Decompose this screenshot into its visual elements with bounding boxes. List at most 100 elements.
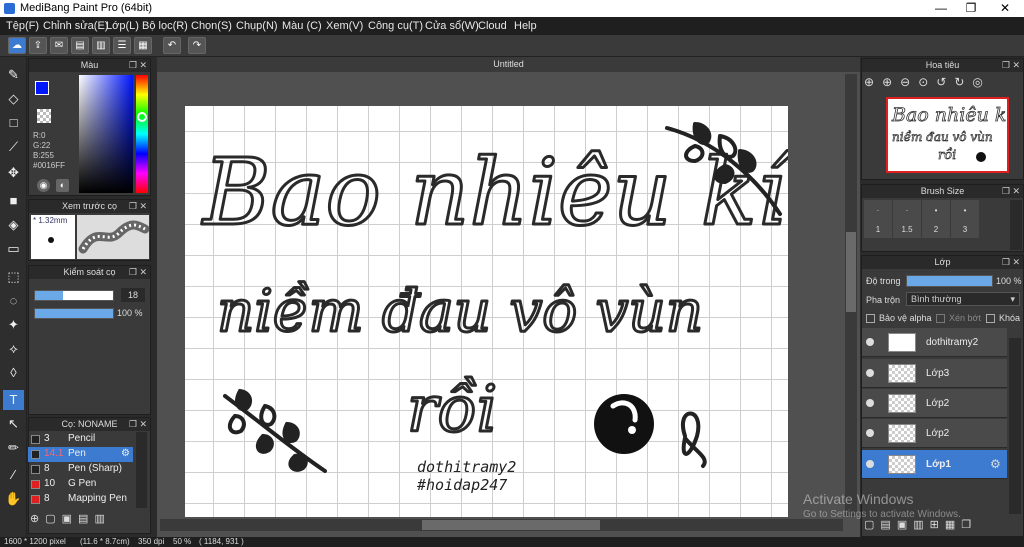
select-eraser-tool-icon[interactable]: ◊: [3, 363, 24, 383]
brush-size-cell-1[interactable]: · 1: [864, 200, 892, 238]
cloud-icon[interactable]: ☁: [8, 37, 26, 54]
panel-controls-icon[interactable]: ❐ ✕: [129, 59, 147, 72]
panel-controls-icon[interactable]: ❐ ✕: [1002, 256, 1020, 269]
page-icon[interactable]: ▥: [92, 37, 110, 54]
navigator-thumbnail[interactable]: Bao nhiêu kí niềm đau vô vùn rồi: [886, 97, 1009, 173]
brush-item-g-pen[interactable]: 10 G Pen: [28, 477, 133, 492]
eye-icon[interactable]: [866, 429, 874, 437]
brush-item-pencil[interactable]: 3 Pencil: [28, 432, 133, 447]
layer-row[interactable]: Lớp2: [862, 419, 1007, 448]
merge-layer-icon[interactable]: ⊞: [930, 519, 945, 531]
panel-controls-icon[interactable]: ❐ ✕: [129, 266, 147, 279]
brush-tool-icon[interactable]: ✎: [3, 65, 24, 85]
canvas-vertical-scrollbar[interactable]: [845, 74, 857, 516]
maximize-button[interactable]: ❐: [956, 0, 986, 17]
color-mode-icon[interactable]: ◐: [56, 179, 69, 192]
brush-item-pen[interactable]: 14.1 Pen ⚙: [28, 447, 133, 462]
layer-menu-icon[interactable]: ❐: [961, 519, 977, 531]
add-layer-icon[interactable]: ▢: [864, 519, 880, 531]
divide-tool-icon[interactable]: ✏: [3, 438, 24, 458]
add-halftone-layer-icon[interactable]: ▤: [880, 519, 896, 531]
rotate-left-icon[interactable]: ↺: [936, 75, 954, 89]
layer-folder-icon[interactable]: ▦: [945, 519, 961, 531]
brush-list-scrollbar[interactable]: [136, 432, 147, 508]
undo-icon[interactable]: ↶: [163, 37, 181, 54]
horizontal-scroll-thumb[interactable]: [422, 520, 600, 530]
transparent-swatch[interactable]: [37, 109, 51, 123]
reset-icon[interactable]: ◎: [972, 75, 990, 89]
list-icon[interactable]: ☰: [113, 37, 131, 54]
magic-wand-tool-icon[interactable]: ✦: [3, 315, 24, 335]
fill-rect-tool-icon[interactable]: ■: [3, 191, 24, 211]
comment-icon[interactable]: ✉: [50, 37, 68, 54]
layer-row[interactable]: Lớp2: [862, 389, 1007, 418]
bucket-tool-icon[interactable]: ◈: [3, 215, 24, 235]
grid-icon[interactable]: ▦: [134, 37, 152, 54]
brush-size-scrollbar[interactable]: [1010, 200, 1022, 250]
duplicate-layer-icon[interactable]: ▥: [913, 519, 929, 531]
layer-row[interactable]: Lớp3: [862, 359, 1007, 388]
zoom-in-icon[interactable]: ⊕: [882, 75, 900, 89]
brush-menu-icon[interactable]: ▣: [62, 513, 78, 525]
brush-size-value[interactable]: 18: [121, 288, 145, 302]
share-icon[interactable]: ⇪: [29, 37, 47, 54]
document-icon[interactable]: ▤: [71, 37, 89, 54]
gear-icon[interactable]: ⚙: [121, 448, 130, 459]
brush-size-slider[interactable]: [34, 290, 114, 301]
rectangle-tool-icon[interactable]: □: [3, 113, 24, 133]
operation-tool-icon[interactable]: ↖: [3, 414, 24, 434]
close-button[interactable]: ✕: [990, 0, 1020, 17]
eye-icon[interactable]: [866, 399, 874, 407]
menu-color[interactable]: Màu (C): [282, 20, 322, 32]
menu-window[interactable]: Cửa sổ(W): [425, 20, 479, 32]
delete-brush-icon[interactable]: ▥: [94, 513, 110, 525]
layer-opacity-slider[interactable]: [906, 275, 993, 287]
text-tool-icon[interactable]: T: [3, 390, 24, 410]
minimize-button[interactable]: —: [926, 0, 956, 17]
menu-filter[interactable]: Bộ lọc(R): [142, 20, 188, 32]
gear-icon[interactable]: ⚙: [990, 457, 1001, 471]
add-brush-icon[interactable]: ⊕: [30, 513, 45, 525]
add-8bit-layer-icon[interactable]: ▣: [897, 519, 913, 531]
hue-handle[interactable]: [137, 112, 147, 122]
lock-checkbox[interactable]: [986, 314, 995, 323]
menu-cloud[interactable]: Cloud: [478, 20, 507, 32]
panel-controls-icon[interactable]: ❐ ✕: [129, 200, 147, 213]
brush-item-mapping-pen[interactable]: 8 Mapping Pen: [28, 492, 133, 507]
panel-controls-icon[interactable]: ❐ ✕: [129, 418, 147, 431]
palette-icon[interactable]: ◉: [37, 179, 50, 192]
brush-folder-icon[interactable]: ▤: [78, 513, 94, 525]
panel-controls-icon[interactable]: ❐ ✕: [1002, 185, 1020, 198]
canvas-paper[interactable]: Bao nhiêu kí niềm đau vô vùn rồi dothitr…: [185, 106, 798, 517]
document-tab[interactable]: Untitled: [157, 57, 860, 72]
select-rect-tool-icon[interactable]: ⬚: [3, 267, 24, 287]
move-tool-icon[interactable]: ✥: [3, 163, 24, 183]
eyedropper-tool-icon[interactable]: ⁄: [3, 465, 24, 485]
eye-icon[interactable]: [866, 369, 874, 377]
layer-row-selected[interactable]: Lớp1 ⚙: [862, 450, 1007, 479]
eye-icon[interactable]: [866, 460, 874, 468]
hand-tool-icon[interactable]: ✋: [3, 489, 24, 509]
gradient-tool-icon[interactable]: ▭: [3, 239, 24, 259]
canvas-horizontal-scrollbar[interactable]: [160, 519, 843, 531]
rotate-right-icon[interactable]: ↻: [954, 75, 972, 89]
menu-capture[interactable]: Chụp(N): [236, 20, 278, 32]
menu-help[interactable]: Help: [514, 20, 537, 32]
layer-row[interactable]: dothitramy2: [862, 328, 1007, 357]
menu-file[interactable]: Tệp(F): [6, 20, 39, 32]
brush-opacity-slider[interactable]: [34, 308, 114, 319]
eraser-tool-icon[interactable]: ◇: [3, 89, 24, 109]
menu-select[interactable]: Chọn(S): [191, 20, 232, 32]
brush-size-cell-3[interactable]: • 2: [922, 200, 950, 238]
menu-view[interactable]: Xem(V): [326, 20, 363, 32]
layer-list-scrollbar[interactable]: [1009, 338, 1021, 514]
menu-layer[interactable]: Lớp(L): [106, 20, 139, 32]
copy-brush-icon[interactable]: ▢: [45, 513, 61, 525]
saturation-value-picker[interactable]: [79, 75, 133, 193]
brush-size-cell-4[interactable]: • 3: [951, 200, 979, 238]
protect-alpha-checkbox[interactable]: [866, 314, 875, 323]
lasso-tool-icon[interactable]: ◌: [3, 291, 24, 311]
panel-controls-icon[interactable]: ❐ ✕: [1002, 59, 1020, 72]
vertical-scroll-thumb[interactable]: [846, 232, 856, 312]
zoom-actual-icon[interactable]: ⊙: [918, 75, 936, 89]
